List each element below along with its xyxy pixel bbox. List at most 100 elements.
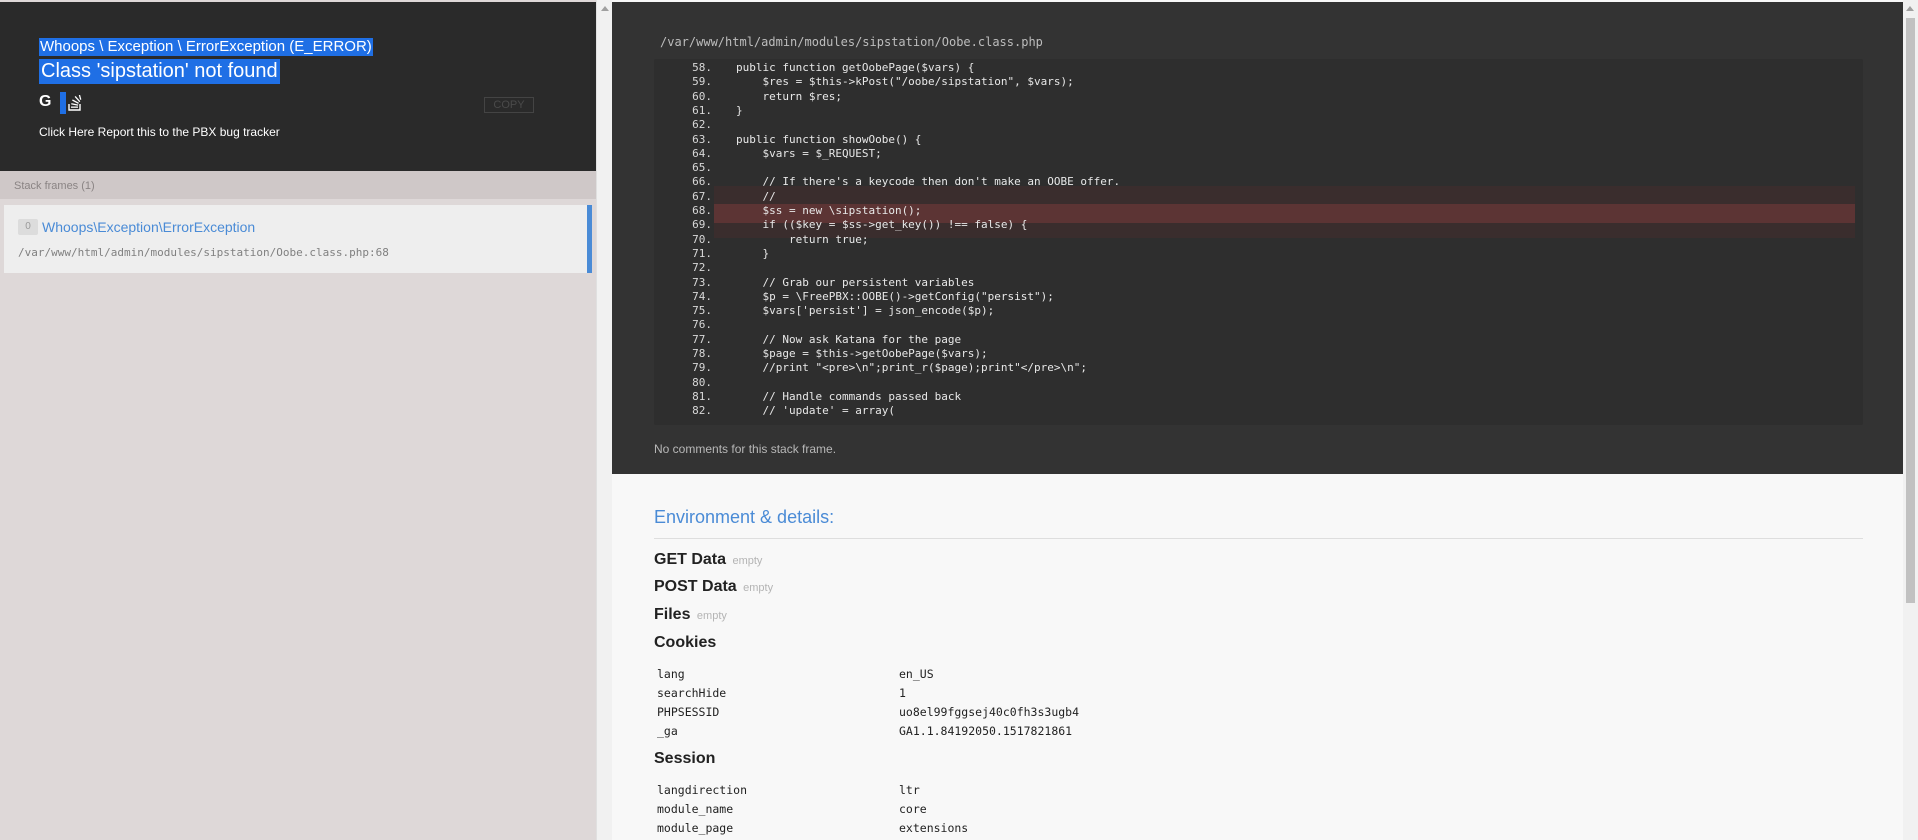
code-line: 77. // Now ask Katana for the page: [654, 333, 1863, 347]
stack-frames-header: Stack frames (1): [0, 171, 596, 199]
line-number: 73.: [692, 275, 712, 289]
frame-comments: No comments for this stack frame.: [654, 442, 837, 456]
line-number: 65.: [692, 161, 712, 175]
divider: [654, 538, 1863, 539]
line-code: if (($key = $ss->get_key()) !== false) {: [736, 218, 1028, 232]
code-line: 67. //: [654, 190, 1863, 204]
line-code: $ss = new \sipstation();: [736, 204, 922, 217]
line-code: $page = $this->getOobePage($vars);: [736, 347, 988, 360]
code-line: 76.: [654, 318, 1863, 332]
line-number: 68.: [692, 204, 712, 217]
line-code: // If there's a keycode then don't make …: [736, 175, 1121, 189]
frame-file-path: /var/www/html/admin/modules/sipstation/O…: [18, 246, 389, 259]
line-number: 80.: [692, 375, 712, 389]
line-number: 71.: [692, 246, 712, 260]
line-number: 78.: [692, 347, 712, 360]
line-code: $res = $this->kPost("/oobe/sipstation", …: [736, 75, 1074, 89]
session-key: langdirection: [657, 783, 748, 797]
code-line: 66. // If there's a keycode then don't m…: [654, 175, 1863, 189]
code-line: 74. $p = \FreePBX::OOBE()->getConfig("pe…: [654, 290, 1863, 304]
page-scrollbar[interactable]: [1903, 0, 1918, 840]
code-line: 65.: [654, 161, 1863, 175]
code-line: 58. public function getOobePage($vars) {: [654, 61, 1863, 75]
right-panel: /var/www/html/admin/modules/sipstation/O…: [612, 0, 1903, 840]
code-line: 73. // Grab our persistent variables: [654, 276, 1863, 290]
session-key: module_name: [657, 802, 734, 816]
line-code: //print "<pre>\n";print_r($page);print"<…: [736, 361, 1087, 375]
line-code: return $res;: [736, 89, 842, 103]
exception-type: Whoops \ Exception \ ErrorException (E_E…: [39, 38, 373, 56]
left-panel-scrollbar[interactable]: [596, 0, 612, 840]
environment-title: Environment & details:: [654, 507, 835, 527]
cookie-key: _ga: [657, 724, 678, 738]
copy-button[interactable]: COPY: [484, 97, 534, 113]
code-file-path: /var/www/html/admin/modules/sipstation/O…: [660, 35, 1043, 49]
code-line: 69. if (($key = $ss->get_key()) !== fals…: [654, 218, 1863, 232]
exception-header: Whoops \ Exception \ ErrorException (E_E…: [0, 2, 596, 171]
code-line: 82. // 'update' = array(: [654, 404, 1863, 418]
line-code: }: [736, 246, 770, 260]
line-number: 58.: [692, 61, 712, 74]
text-selection-highlight: [60, 92, 66, 114]
line-number: 74.: [692, 289, 712, 303]
code-line: 80.: [654, 376, 1863, 390]
code-line: 64. $vars = $_REQUEST;: [654, 147, 1863, 161]
line-number: 67.: [692, 189, 712, 203]
line-number: 77.: [692, 332, 712, 346]
google-search-icon[interactable]: G: [39, 94, 55, 110]
code-line: 60. return $res;: [654, 90, 1863, 104]
get-data-heading: GET Data empty: [654, 551, 763, 568]
code-line: 68. $ss = new \sipstation();: [654, 204, 1863, 218]
line-number: 63.: [692, 132, 712, 146]
frame-class-name: Whoops\Exception\ErrorException: [42, 219, 256, 235]
empty-label: empty: [696, 610, 727, 622]
code-line: 79. //print "<pre>\n";print_r($page);pri…: [654, 361, 1863, 375]
session-value: ltr: [899, 783, 920, 797]
cookies-heading: Cookies: [654, 634, 717, 651]
line-number: 60.: [692, 89, 712, 103]
active-frame-indicator: [587, 205, 592, 273]
line-number: 81.: [692, 389, 712, 403]
line-code: $vars = $_REQUEST;: [736, 146, 882, 160]
scroll-up-arrow-icon[interactable]: [1906, 6, 1914, 11]
line-code: // Now ask Katana for the page: [736, 332, 962, 346]
code-line: 71. }: [654, 247, 1863, 261]
session-value: extensions: [899, 821, 969, 835]
line-code: $p = \FreePBX::OOBE()->getConfig("persis…: [736, 289, 1054, 303]
stack-frame-item[interactable]: 0 Whoops\Exception\ErrorException /var/w…: [4, 205, 592, 273]
cookie-value: 1: [899, 686, 906, 700]
scroll-up-arrow-icon[interactable]: [601, 6, 609, 11]
files-heading: Files empty: [654, 606, 727, 623]
frame-index-badge: 0: [18, 219, 38, 235]
empty-label: empty: [743, 582, 774, 594]
line-number: 59.: [692, 75, 712, 89]
line-number: 75.: [692, 304, 712, 318]
session-value: core: [899, 802, 927, 816]
cookie-value: GA1.1.84192050.1517821861: [899, 724, 1073, 738]
line-code: $vars['persist'] = json_encode($p);: [736, 304, 995, 318]
line-number: 76.: [692, 318, 712, 332]
empty-label: empty: [732, 555, 763, 567]
line-number: 69.: [692, 218, 712, 232]
line-number: 82.: [692, 404, 712, 418]
code-line: 61.}: [654, 104, 1863, 118]
code-line: 72.: [654, 261, 1863, 275]
line-code: // 'update' = array(: [736, 404, 895, 418]
line-code: public function showOobe() {: [736, 132, 922, 146]
line-number: 64.: [692, 146, 712, 160]
left-panel: Whoops \ Exception \ ErrorException (E_E…: [0, 0, 596, 840]
code-line: 70. return true;: [654, 233, 1863, 247]
line-code: // Grab our persistent variables: [736, 275, 975, 289]
stackoverflow-icon[interactable]: [68, 93, 82, 111]
cookie-key: searchHide: [657, 686, 727, 700]
code-viewer: 58. public function getOobePage($vars) {5…: [654, 59, 1863, 425]
code-line: 81. // Handle commands passed back: [654, 390, 1863, 404]
cookie-key: lang: [657, 667, 685, 681]
line-number: 79.: [692, 361, 712, 375]
stack-frames-label: Stack frames (1): [14, 180, 95, 192]
post-data-heading: POST Data empty: [654, 578, 774, 595]
code-line: 75. $vars['persist'] = json_encode($p);: [654, 304, 1863, 318]
scrollbar-thumb[interactable]: [1906, 18, 1915, 603]
session-key: module_page: [657, 821, 734, 835]
bug-tracker-link[interactable]: Click Here Report this to the PBX bug tr…: [39, 125, 280, 139]
